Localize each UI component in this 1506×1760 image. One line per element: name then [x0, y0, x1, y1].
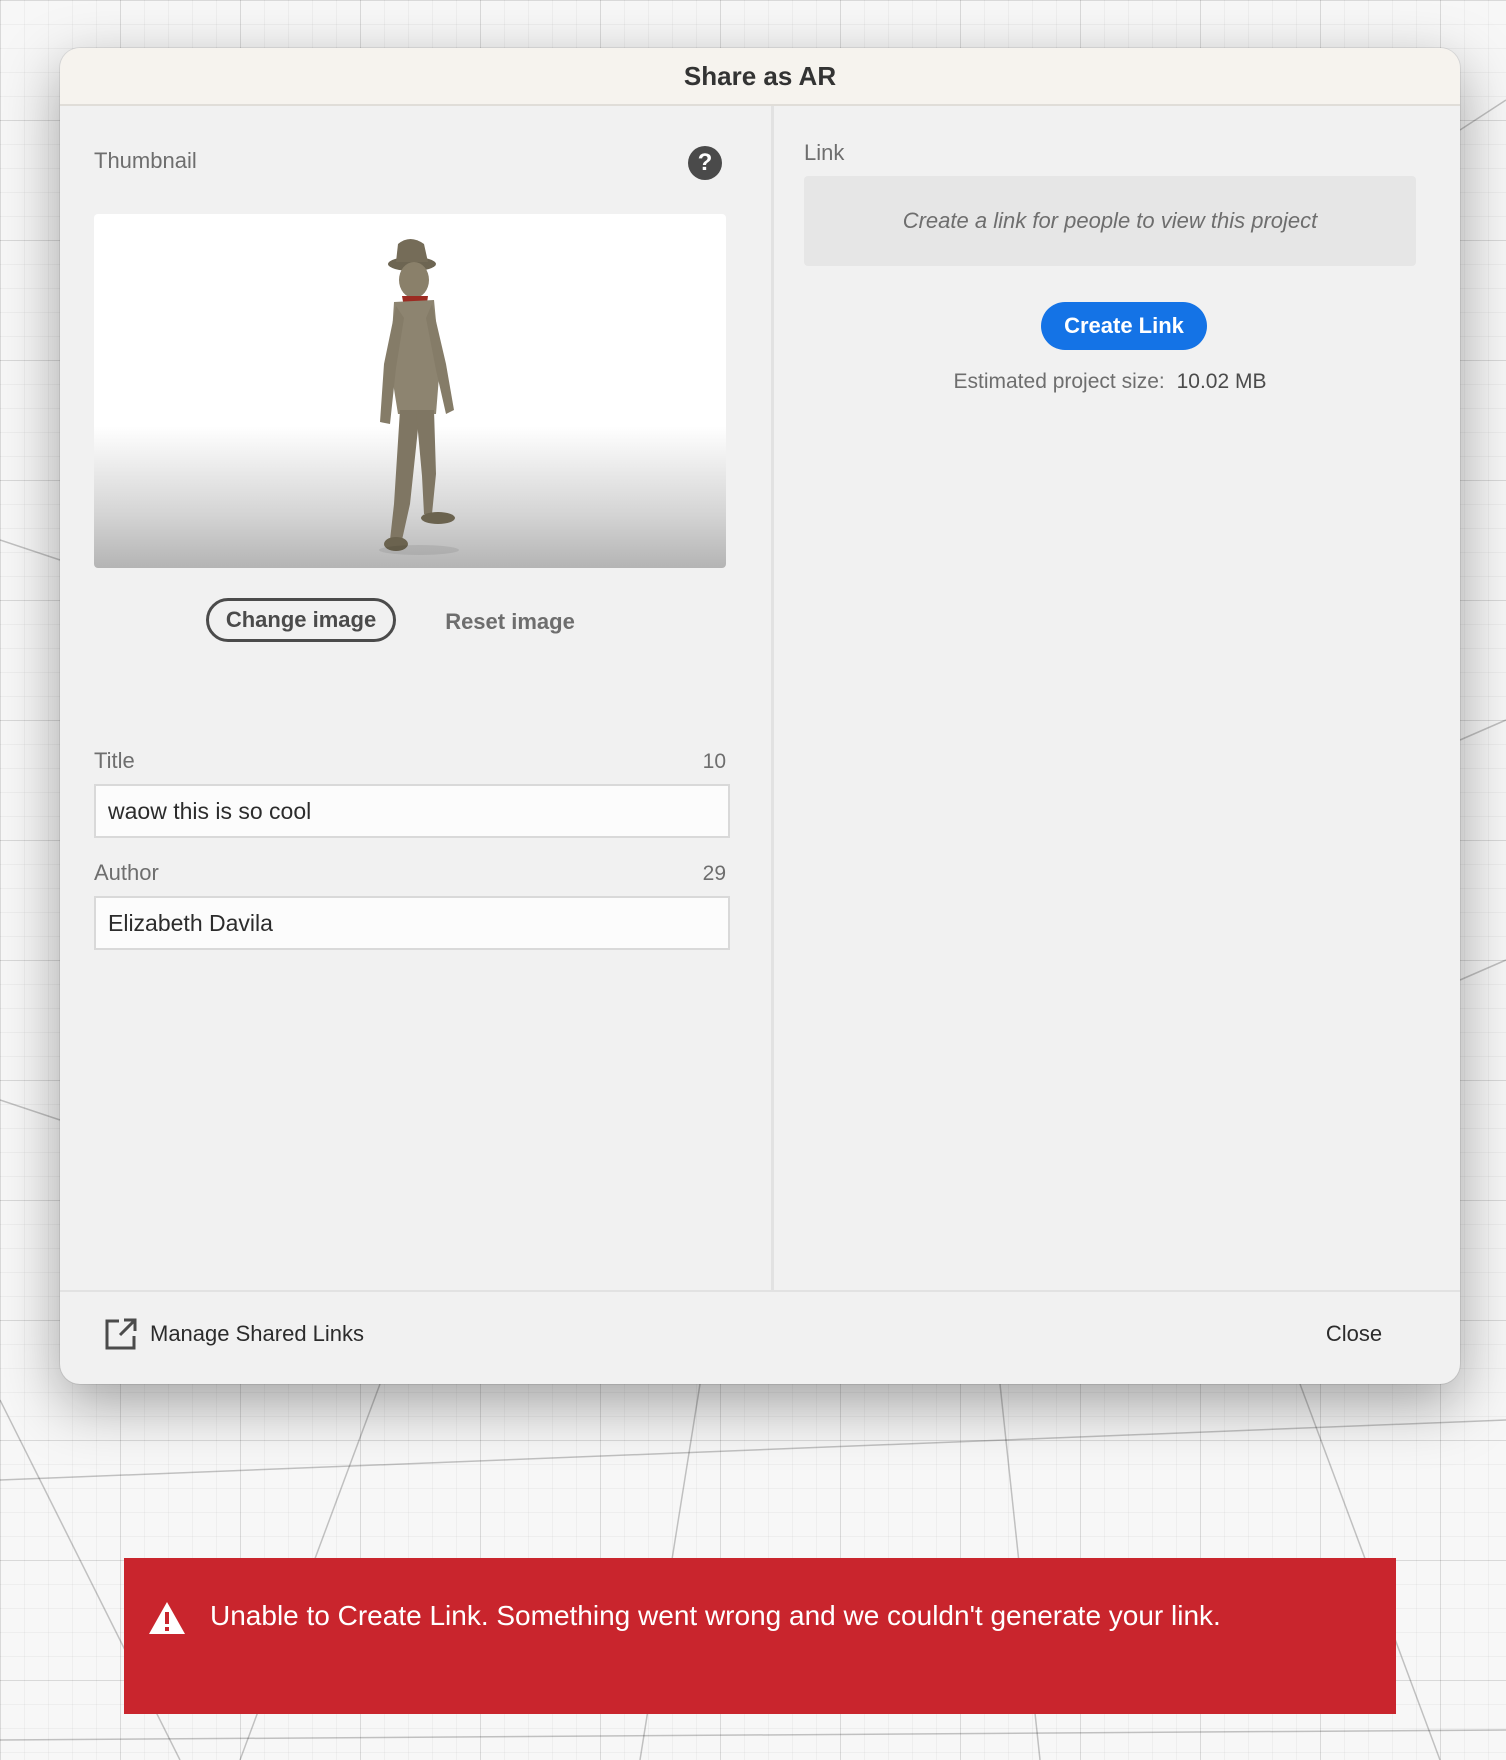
thumbnail-label: Thumbnail [94, 148, 197, 173]
share-as-ar-dialog: Share as AR Thumbnail ? Change image Res… [60, 48, 1460, 1384]
alert-triangle-icon [149, 1602, 185, 1634]
footer-divider [60, 1290, 1460, 1292]
project-size-value: 10.02 MB [1176, 370, 1267, 393]
column-divider [771, 106, 774, 1292]
link-label: Link [804, 140, 845, 165]
change-image-button[interactable]: Change image [206, 598, 396, 642]
link-display-field: Create a link for people to view this pr… [804, 176, 1416, 266]
thumbnail-image [94, 214, 726, 568]
open-external-icon [105, 1318, 137, 1350]
link-placeholder-text: Create a link for people to view this pr… [902, 208, 1318, 233]
title-input[interactable] [94, 784, 730, 838]
author-character-counter: 29 [702, 862, 726, 885]
project-size-row: Estimated project size: 10.02 MB [804, 370, 1416, 394]
author-input[interactable] [94, 896, 730, 950]
question-mark-icon[interactable]: ? [688, 146, 722, 180]
manage-shared-links-label: Manage Shared Links [150, 1321, 365, 1346]
dialog-header: Share as AR [60, 48, 1460, 106]
author-field-label: Author [94, 860, 159, 885]
character-model-image [379, 239, 459, 555]
close-button[interactable]: Close [1304, 1314, 1404, 1354]
create-link-button[interactable]: Create Link [1041, 302, 1207, 350]
toast-message: Unable to Create Link. Something went wr… [210, 1600, 1221, 1631]
error-toast: Unable to Create Link. Something went wr… [124, 1558, 1396, 1714]
title-character-counter: 10 [702, 750, 726, 773]
manage-shared-links-button[interactable]: Manage Shared Links [104, 1314, 364, 1354]
project-size-label: Estimated project size: [953, 370, 1165, 393]
dialog-title: Share as AR [683, 60, 837, 91]
title-field-label: Title [94, 748, 135, 773]
reset-image-button[interactable]: Reset image [430, 598, 590, 646]
